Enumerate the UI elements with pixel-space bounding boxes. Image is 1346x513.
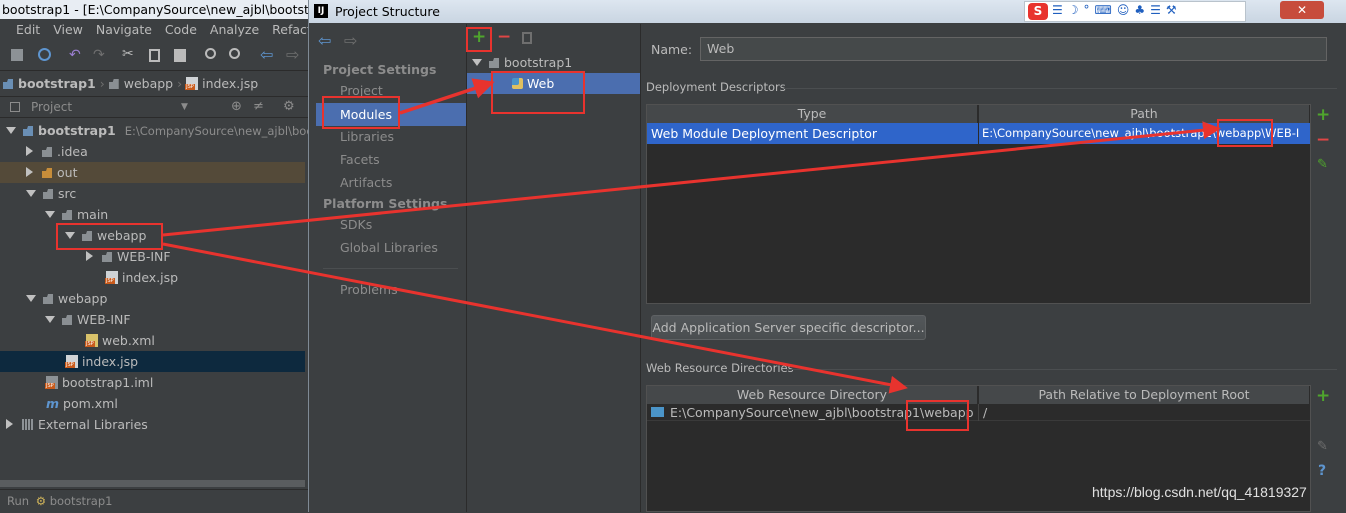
arrow-webapp-to-descriptor xyxy=(162,121,1221,237)
annotation-arrows xyxy=(162,78,1221,394)
arrow-webapp-to-resource xyxy=(162,242,908,394)
arrow-modules-to-web xyxy=(399,78,495,115)
